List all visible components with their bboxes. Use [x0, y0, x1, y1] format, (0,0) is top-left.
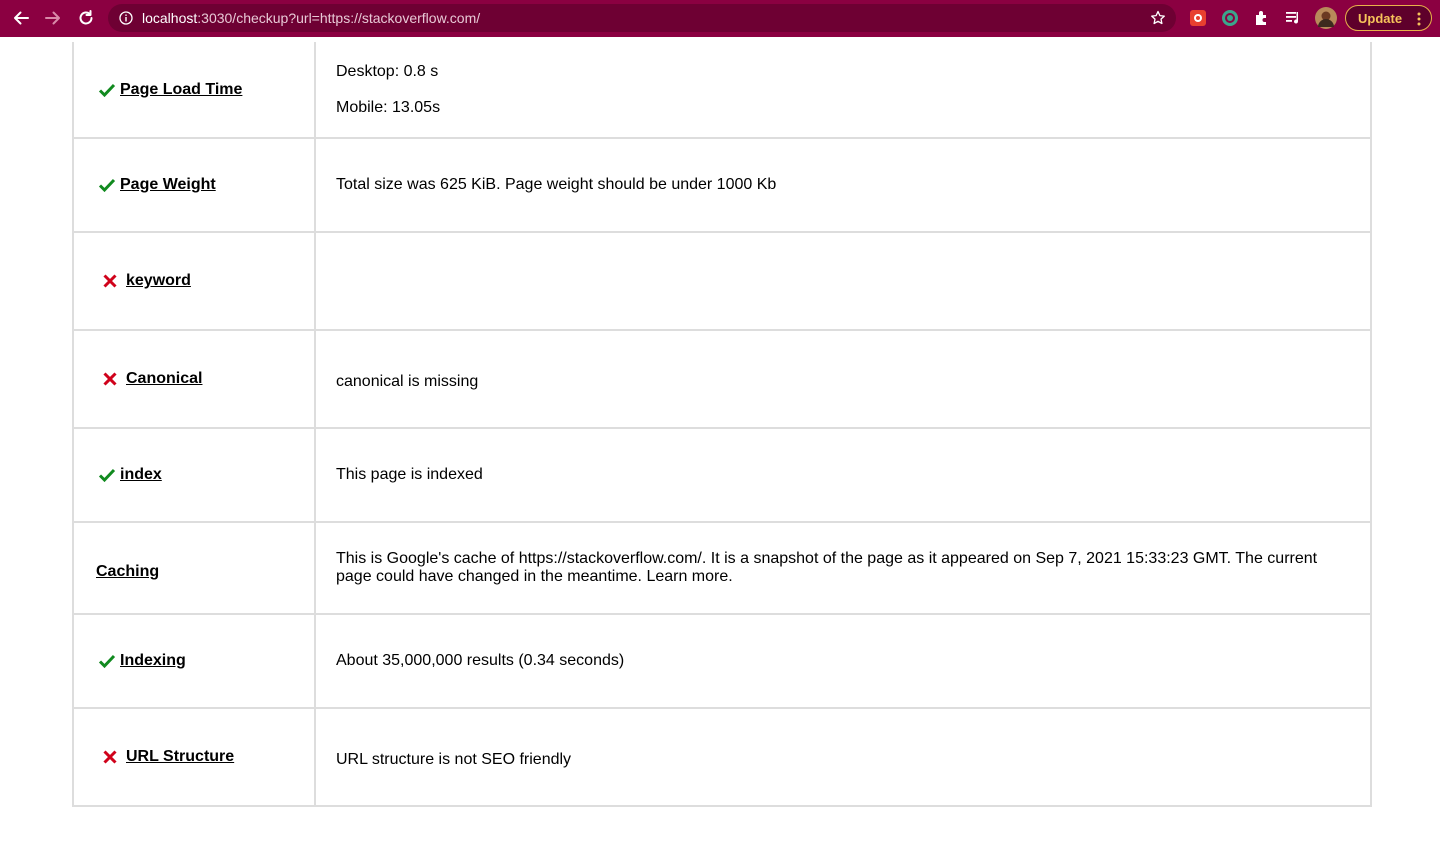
extension-red-icon[interactable]	[1189, 9, 1207, 27]
browser-toolbar: localhost:3030/checkup?url=https://stack…	[0, 0, 1440, 37]
row-value-text: URL structure is not SEO friendly	[336, 751, 572, 768]
url-text[interactable]: localhost:3030/checkup?url=https://stack…	[142, 10, 480, 26]
address-bar[interactable]: localhost:3030/checkup?url=https://stack…	[108, 4, 1176, 32]
check-icon	[98, 654, 116, 669]
arrow-right-icon	[45, 11, 60, 25]
row-name-link[interactable]: index	[120, 466, 162, 484]
update-label: Update	[1358, 10, 1403, 26]
row-value-cell: Total size was 625 KiB. Page weight shou…	[316, 139, 1370, 231]
row-value-text: This page is indexed	[336, 466, 483, 483]
row-value-cell: About 35,000,000 results (0.34 seconds)	[316, 615, 1370, 707]
more-vertical-icon	[1417, 12, 1421, 26]
row-name-link[interactable]: Page Weight	[120, 176, 216, 194]
cross-icon	[103, 750, 117, 764]
row-name-link[interactable]: Indexing	[120, 652, 186, 670]
row-value-text: canonical is missing	[336, 373, 479, 390]
table-row: URL Structure URL structure is not SEO f…	[74, 709, 1370, 805]
table-row: Indexing About 35,000,000 results (0.34 …	[74, 615, 1370, 709]
info-icon[interactable]	[119, 11, 133, 25]
update-button[interactable]: Update	[1345, 5, 1432, 31]
table-row: index This page is indexed	[74, 429, 1370, 523]
row-name-cell: Page Weight	[74, 139, 316, 231]
row-name-cell: Caching	[74, 523, 316, 613]
forward-button[interactable]	[41, 6, 65, 30]
row-name-cell: index	[74, 429, 316, 521]
arrow-left-icon	[14, 11, 29, 25]
row-name-link[interactable]: Caching	[96, 563, 159, 581]
row-value-cell: canonical is missing	[316, 331, 1370, 427]
checkup-results-table: Page Load Time Desktop: 0.8 s Mobile: 13…	[72, 42, 1372, 807]
row-name-cell: keyword	[74, 233, 316, 329]
row-name-link[interactable]: keyword	[126, 272, 191, 290]
reload-button[interactable]	[74, 6, 98, 30]
cross-icon	[103, 274, 117, 288]
table-row: Page Load Time Desktop: 0.8 s Mobile: 13…	[74, 42, 1370, 139]
row-name-link[interactable]: URL Structure	[126, 748, 234, 766]
check-icon	[98, 83, 116, 97]
row-value-text: Desktop: 0.8 s	[336, 62, 439, 80]
row-value-cell: This is Google's cache of https://stacko…	[316, 523, 1370, 613]
row-name-link[interactable]: Page Load Time	[120, 81, 242, 99]
row-value-text: Mobile: 13.05s	[336, 98, 441, 116]
table-row: Caching This is Google's cache of https:…	[74, 523, 1370, 615]
row-value-cell: This page is indexed	[316, 429, 1370, 521]
check-icon	[98, 178, 116, 193]
row-value-cell: URL structure is not SEO friendly	[316, 709, 1370, 805]
row-name-cell: Page Load Time	[74, 42, 316, 137]
extension-target-icon[interactable]	[1221, 9, 1239, 27]
row-name-link[interactable]: Canonical	[126, 370, 202, 388]
media-queue-icon[interactable]	[1285, 9, 1303, 27]
row-value-text: Total size was 625 KiB. Page weight shou…	[336, 176, 777, 193]
avatar[interactable]	[1315, 7, 1337, 29]
table-row: Page Weight Total size was 625 KiB. Page…	[74, 139, 1370, 233]
row-name-cell: Indexing	[74, 615, 316, 707]
back-button[interactable]	[9, 6, 33, 30]
puzzle-icon[interactable]	[1253, 9, 1271, 27]
row-value-cell: Desktop: 0.8 s Mobile: 13.05s	[316, 42, 1370, 137]
url-host: localhost	[142, 10, 198, 26]
row-name-cell: Canonical	[74, 331, 316, 427]
table-row: keyword	[74, 233, 1370, 331]
check-icon	[98, 468, 116, 483]
reload-icon	[79, 10, 93, 25]
cross-icon	[103, 372, 117, 386]
table-row: Canonical canonical is missing	[74, 331, 1370, 429]
row-value-cell	[316, 233, 1370, 329]
url-path: :3030/checkup?url=https://stackoverflow.…	[197, 10, 481, 26]
bookmark-star-icon[interactable]	[1150, 10, 1166, 26]
row-name-cell: URL Structure	[74, 709, 316, 805]
row-value-text: About 35,000,000 results (0.34 seconds)	[336, 652, 625, 669]
row-value-text: This is Google's cache of https://stacko…	[336, 550, 1318, 585]
